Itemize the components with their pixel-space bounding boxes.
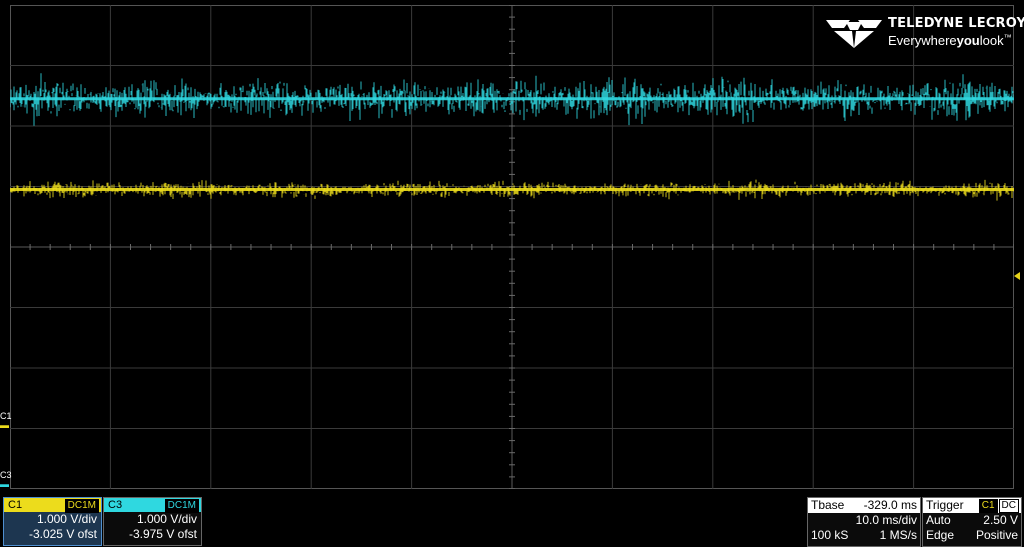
c3-ground-label: C3 ▬ [0,470,12,489]
trigger-source: C1 [978,499,998,513]
c3-descriptor[interactable]: C3 DC1M 1.000 V/div -3.975 V ofst [103,497,202,547]
timebase-label: Tbase [811,498,845,512]
trigger-descriptor[interactable]: Trigger C1 DC Auto 2.50 V Edge Positive [922,497,1022,547]
trigger-label: Trigger [926,498,964,512]
c3-offset: -3.975 V ofst [128,527,197,541]
c1-name: C1 [8,499,23,511]
trigger-level-marker-icon[interactable] [1014,272,1020,280]
c3-name: C3 [108,499,123,511]
timebase-delay: -329.0 ms [863,498,917,512]
timebase-samples: 100 kS [811,528,849,542]
teledyne-lecroy-logo: TELEDYNE LECROY Everywhereyoulook™ [824,14,1024,54]
waveform-grid[interactable] [10,5,1014,489]
timebase-rate: 1 MS/s [879,528,917,542]
timebase-descriptor[interactable]: Tbase -329.0 ms 10.0 ms/div 100 kS 1 MS/… [807,497,921,547]
c1-descriptor[interactable]: C1 DC1M 1.000 V/div -3.025 V ofst [3,497,102,547]
brand-name: TELEDYNE LECROY [888,16,1024,31]
c3-vdiv: 1.000 V/div [136,512,197,526]
timebase-tdiv: 10.0 ms/div [855,513,917,527]
trigger-level: 2.50 V [983,513,1018,527]
brand-tagline: Everywhereyoulook™ [888,33,1012,48]
c1-coupling: DC1M [64,499,99,513]
c1-offset: -3.025 V ofst [28,527,97,541]
c1-ground-label: C1 ▬ [0,411,12,430]
c1-vdiv: 1.000 V/div [36,512,97,526]
logo-mark-icon [826,20,882,48]
trigger-type: Edge [926,528,955,542]
trigger-coupling: DC [998,499,1019,513]
trigger-mode: Auto [926,513,951,527]
scope-screen: TELEDYNE LECROY Everywhereyoulook™ C1 ▬ C… [0,0,1024,547]
trigger-slope: Positive [975,528,1018,542]
c3-coupling: DC1M [164,499,199,513]
